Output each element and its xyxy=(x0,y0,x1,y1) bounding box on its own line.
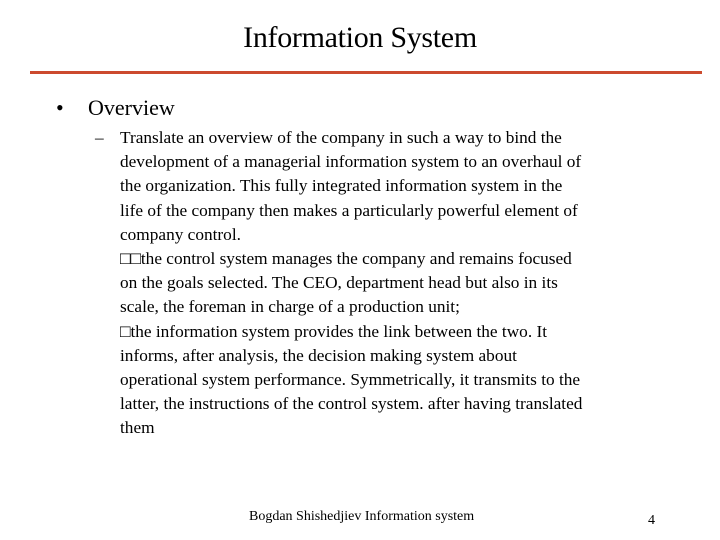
sub-bullet-text: Translate an overview of the company in … xyxy=(120,128,583,438)
bullet-label: Overview xyxy=(88,95,175,120)
bullet-dot-icon: • xyxy=(56,95,64,120)
title-divider xyxy=(30,71,702,74)
slide-title: Information System xyxy=(243,21,477,54)
sub-bullet-item: – Translate an overview of the company i… xyxy=(95,126,675,441)
dash-icon: – xyxy=(95,128,104,147)
bullet-item-overview: • Overview xyxy=(56,94,175,122)
page-number: 4 xyxy=(648,513,655,528)
footer-author: Bogdan Shishedjiev Information system xyxy=(249,509,475,524)
